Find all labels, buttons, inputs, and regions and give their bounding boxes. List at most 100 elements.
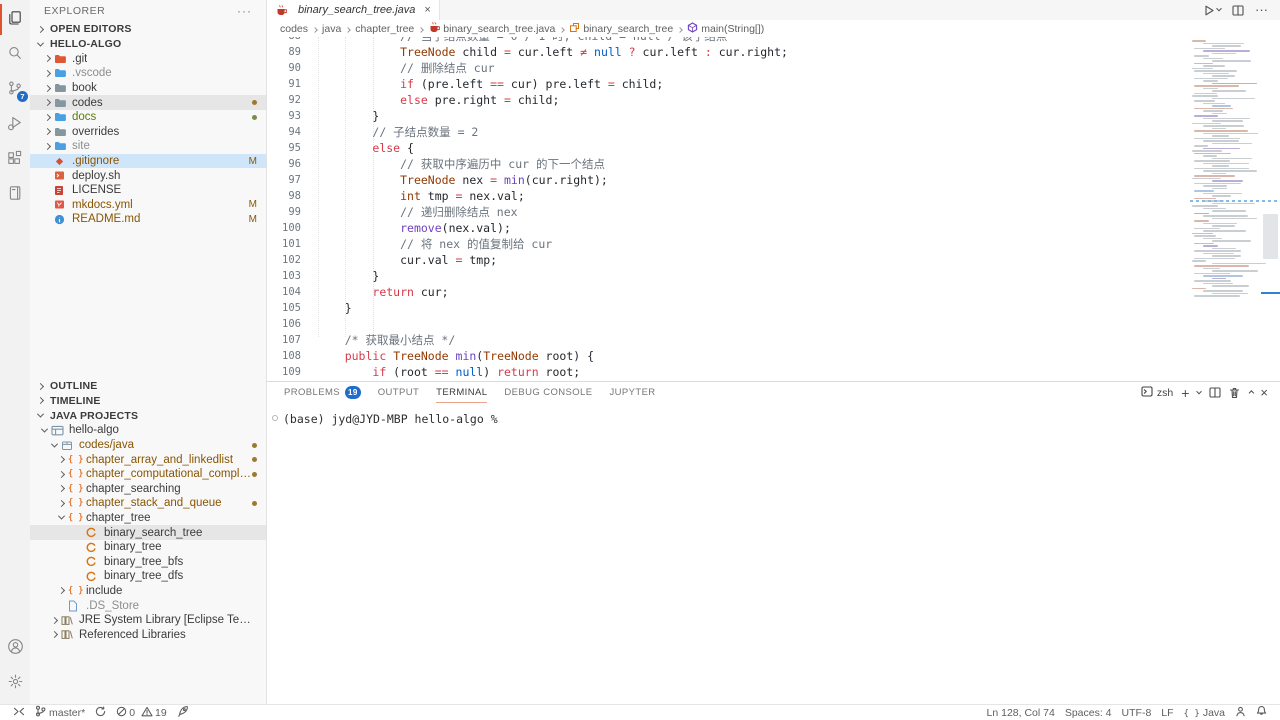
breadcrumb-item-codes[interactable]: codes (280, 23, 308, 35)
status-indentation[interactable]: Spaces: 4 (1060, 705, 1117, 720)
code-line-97: 97 TreeNode nex = min(cur.right); (267, 172, 1188, 188)
panel-tab-output[interactable]: OUTPUT (378, 382, 419, 403)
tree-item-binary_tree_dfs[interactable]: binary_tree_dfs (30, 569, 266, 584)
tree-item-JRESystemLibraryEclipseTemurin1717...[interactable]: JRE System Library [Eclipse Temurin 17 [… (30, 613, 266, 628)
terminal-box-icon (1141, 386, 1153, 400)
panel-tab-jupyter[interactable]: JUPYTER (609, 382, 655, 403)
activity-bar-item-run-debug[interactable] (0, 107, 30, 142)
tree-item-.DS_Store[interactable]: .DS_Store (30, 598, 266, 613)
folder-blue-icon (54, 141, 68, 151)
activity-bar-item-search[interactable] (0, 37, 30, 72)
panel-tab-terminal[interactable]: TERMINAL (436, 382, 487, 403)
tree-item-overrides[interactable]: overrides (30, 125, 266, 140)
tree-item-README.md[interactable]: README.mdM (30, 212, 266, 227)
scm-changes-badge: 7 (17, 91, 28, 102)
tab-binary-search-tree-java[interactable]: binary_search_tree.java × (267, 0, 440, 20)
minimap[interactable] (1190, 37, 1280, 381)
new-terminal-button[interactable]: + (1181, 388, 1189, 398)
activity-bar-item-explorer[interactable] (0, 2, 30, 37)
breadcrumb-item-chapter_tree[interactable]: chapter_tree (355, 23, 414, 35)
license-file-icon (54, 185, 68, 196)
files-icon (7, 10, 23, 29)
tree-item-include[interactable]: { }include (30, 584, 266, 599)
tree-item-binary_tree[interactable]: binary_tree (30, 540, 266, 555)
section-header-hello-algo[interactable]: HELLO-ALGO (30, 37, 266, 52)
activity-bar-item-extensions[interactable] (0, 142, 30, 177)
tree-item-LICENSE[interactable]: LICENSE (30, 183, 266, 198)
code-line-91: 91 if (pre.left == cur) pre.left = child… (267, 76, 1188, 92)
section-header-java-projects[interactable]: JAVA PROJECTS (30, 408, 266, 423)
tree-item-docs[interactable]: docs (30, 110, 266, 125)
tab-label: binary_search_tree.java (298, 4, 415, 16)
tree-item-site[interactable]: site (30, 139, 266, 154)
code-line-90: 90 // 删除结点 cur (267, 60, 1188, 76)
tree-item-deploy.sh[interactable]: deploy.sh (30, 168, 266, 183)
tree-item-book[interactable]: book (30, 81, 266, 96)
views-more-actions-icon[interactable]: ··· (237, 4, 252, 18)
status-git-branch[interactable]: master* (30, 705, 90, 720)
tree-item-binary_search_tree[interactable]: binary_search_tree (30, 525, 266, 540)
code-line-106: 106 (267, 316, 1188, 332)
panel-tab-problems[interactable]: PROBLEMS19 (284, 382, 361, 403)
status-encoding[interactable]: UTF-8 (1117, 705, 1157, 720)
tree-item-binary_tree_bfs[interactable]: binary_tree_bfs (30, 554, 266, 569)
section-header-timeline[interactable]: TIMELINE (30, 394, 266, 409)
tree-item-codesjava[interactable]: codes/java (30, 438, 266, 453)
activity-bar-item-notebook[interactable] (0, 177, 30, 212)
overview-cursor-mark (1261, 292, 1280, 294)
tree-item-mkdocs.yml[interactable]: mkdocs.ymlM (30, 198, 266, 213)
terminal-dropdown-icon[interactable] (1197, 391, 1201, 395)
tree-item-hello-algo[interactable]: hello-algo (30, 423, 266, 438)
tree-item-codes[interactable]: codes (30, 95, 266, 110)
activity-bar-item-source-control[interactable]: 7 (0, 72, 30, 107)
status-notifications[interactable] (1251, 705, 1272, 720)
terminal[interactable]: (base) jyd@JYD-MBP hello-algo % (267, 403, 1280, 704)
split-editor-button[interactable] (1232, 5, 1244, 16)
bell-icon (1256, 705, 1267, 720)
run-button[interactable] (1203, 4, 1221, 17)
line-number: 90 (267, 60, 301, 76)
line-number: 95 (267, 140, 301, 156)
braces-icon: { } (68, 484, 82, 494)
line-number: 94 (267, 124, 301, 140)
breadcrumb-item-binary_search_tree.java[interactable]: binary_search_tree.java (428, 21, 555, 36)
package-icon (61, 440, 75, 451)
status-language-mode[interactable]: { }Java (1179, 705, 1230, 720)
git-modified-badge: M (249, 199, 257, 210)
breadcrumb-item-java[interactable]: java (322, 23, 341, 35)
maximize-panel-icon[interactable] (1248, 391, 1252, 395)
activity-bar-item-settings[interactable] (0, 665, 30, 700)
status-problems[interactable]: 019 (111, 705, 172, 720)
breadcrumb-item-binary_search_tree[interactable]: binary_search_tree (569, 22, 673, 36)
tree-item-chapter_stack_and_queue[interactable]: { }chapter_stack_and_queue (30, 496, 266, 511)
tree-item-chapter_searching[interactable]: { }chapter_searching (30, 481, 266, 496)
more-actions-button[interactable]: ··· (1255, 5, 1268, 15)
status-cursor-position[interactable]: Ln 128, Col 74 (982, 705, 1060, 720)
code-editor[interactable]: 88 // 当子结点数量 = 0 / 1 时, child = null / 该… (267, 37, 1280, 381)
panel-tab-debug-console[interactable]: DEBUG CONSOLE (504, 382, 592, 403)
scrollbar-slider[interactable] (1263, 214, 1278, 259)
section-header-open-editors[interactable]: OPEN EDITORS (30, 22, 266, 37)
tree-item-.vscode[interactable]: .vscode (30, 66, 266, 81)
tree-item-.gitignore[interactable]: .gitignoreM (30, 154, 266, 169)
tree-item-.git[interactable]: .git (30, 52, 266, 67)
tree-item-ReferencedLibraries[interactable]: Referenced Libraries (30, 627, 266, 642)
breadcrumb-item-mainString[interactable]: main(String[]) (687, 22, 764, 36)
tab-close-icon[interactable]: × (424, 4, 430, 16)
sidebar-empty-space (30, 227, 266, 379)
status-remote[interactable] (8, 705, 30, 720)
status-sync[interactable] (90, 705, 111, 720)
tree-item-chapter_computational_complexity[interactable]: { }chapter_computational_complexity (30, 467, 266, 482)
close-panel-icon[interactable]: × (1260, 388, 1268, 398)
kill-terminal-button[interactable] (1229, 387, 1240, 399)
split-terminal-button[interactable] (1209, 387, 1221, 398)
tree-item-chapter_array_and_linkedlist[interactable]: { }chapter_array_and_linkedlist (30, 452, 266, 467)
tree-item-chapter_tree[interactable]: { }chapter_tree (30, 511, 266, 526)
shell-selector[interactable]: zsh (1141, 386, 1173, 400)
status-eol[interactable]: LF (1156, 705, 1178, 720)
code-line-104: 104 return cur; (267, 284, 1188, 300)
section-header-outline[interactable]: OUTLINE (30, 379, 266, 394)
status-feedback[interactable] (1230, 705, 1251, 720)
activity-bar-item-account[interactable] (0, 630, 30, 665)
status-java-server-status[interactable] (172, 705, 194, 720)
